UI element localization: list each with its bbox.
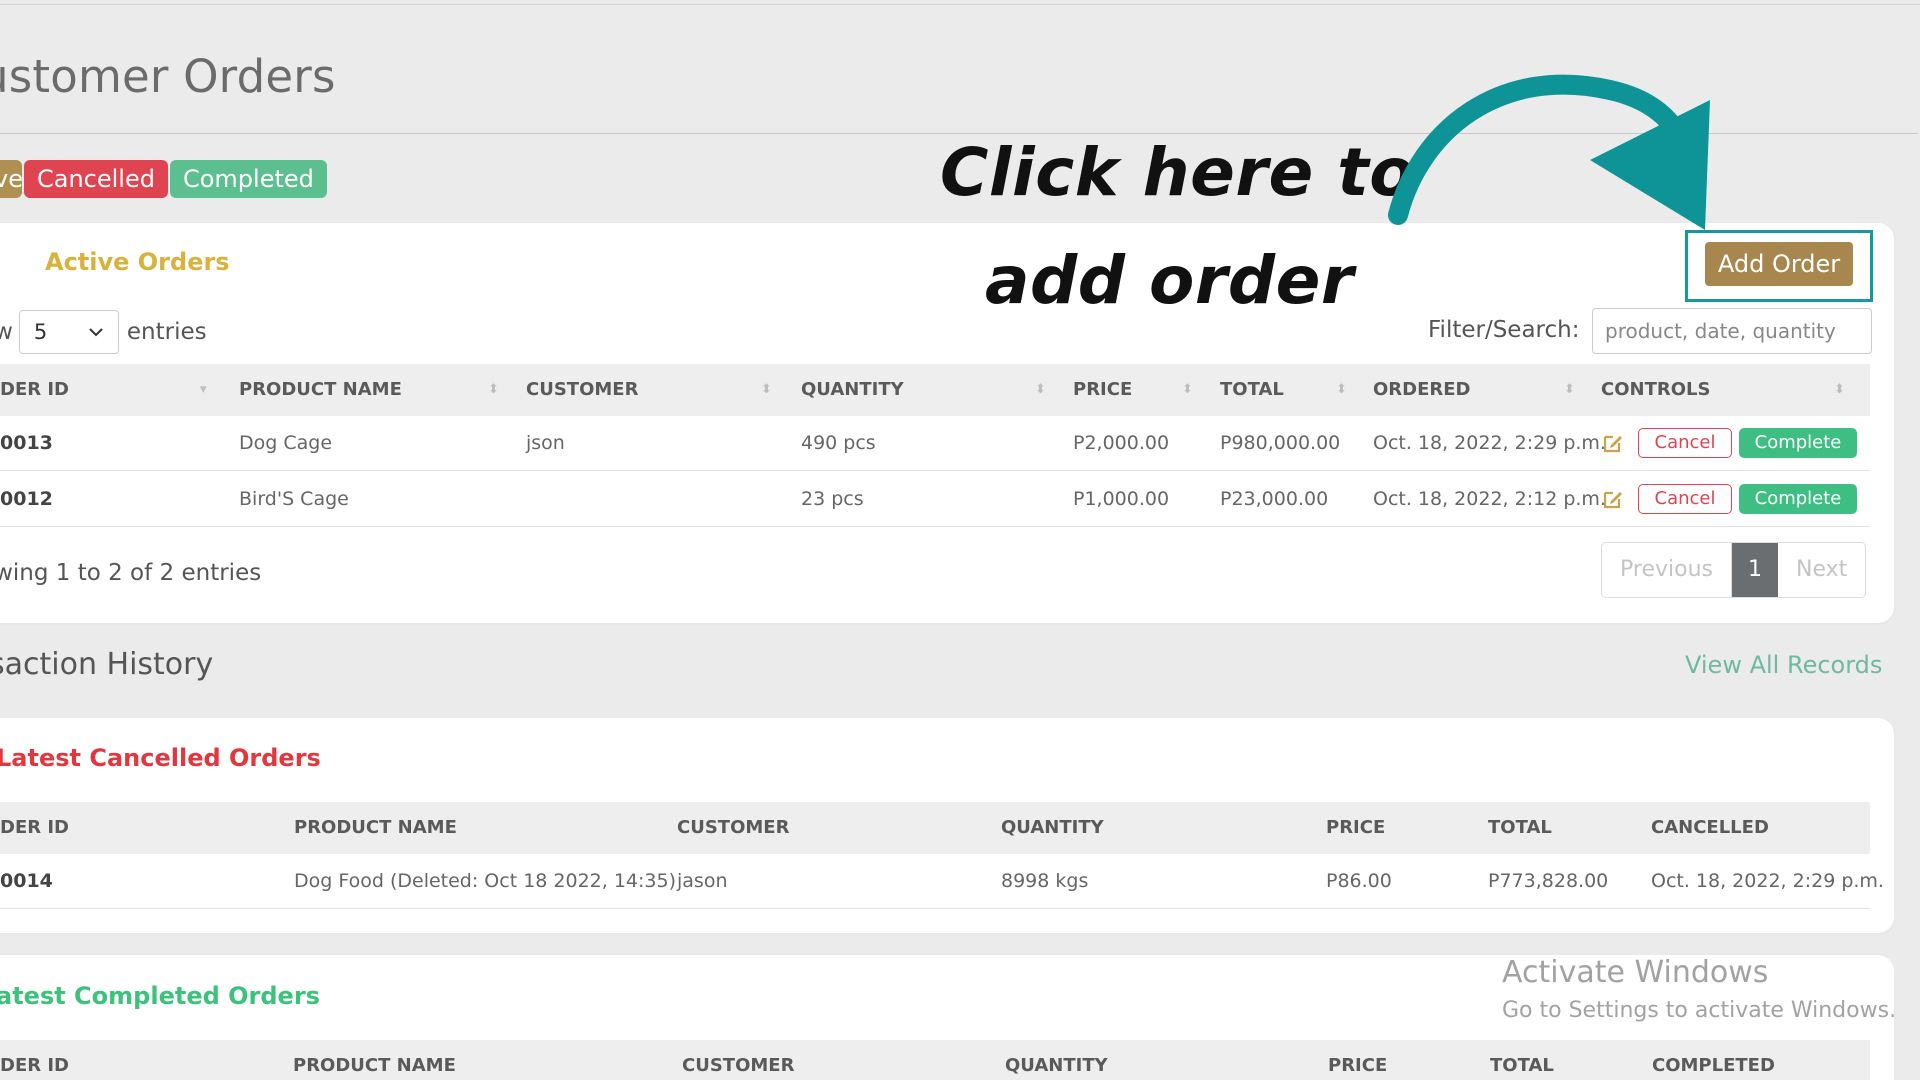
col-product-name: PRODUCT NAME	[294, 817, 457, 838]
product-name: Dog Food (Deleted: Oct 18 2022, 14:35)	[294, 870, 677, 892]
sort-icon[interactable]: ⬍	[761, 364, 772, 416]
page-title: ustomer Orders	[0, 50, 336, 103]
callout-line-1: Click here to	[940, 134, 1416, 211]
watermark-subtitle: Go to Settings to activate Windows.	[1502, 998, 1897, 1023]
total: P773,828.00	[1488, 870, 1609, 892]
col-customer: CUSTOMER	[682, 1055, 795, 1076]
col-total: TOTAL	[1488, 817, 1552, 838]
entries-select[interactable]: 5	[18, 310, 119, 354]
ordered-date: Oct. 18, 2022, 2:12 p.m.	[1373, 488, 1606, 510]
customer: jason	[677, 870, 728, 892]
col-quantity: QUANTITY	[1005, 1055, 1108, 1076]
tab-cancelled[interactable]: Cancelled	[24, 160, 168, 198]
table-row: 0014 Dog Food (Deleted: Oct 18 2022, 14:…	[0, 854, 1884, 909]
table-row: 0012 Bird'S Cage 23 pcs P1,000.00 P23,00…	[0, 472, 1870, 527]
entries-length-control: ow 5 entries	[0, 310, 207, 354]
col-price[interactable]: PRICE	[1073, 364, 1132, 416]
col-controls: CONTROLS	[1601, 379, 1711, 400]
filter-label: Filter/Search:	[1428, 317, 1580, 343]
completed-table-header: DER ID PRODUCT NAME CUSTOMER QUANTITY PR…	[0, 1040, 1870, 1080]
sort-icon[interactable]: ⬍	[1035, 364, 1046, 416]
sort-desc-icon[interactable]: ▾	[200, 364, 207, 416]
price: P2,000.00	[1073, 432, 1170, 454]
order-id: 0013	[0, 432, 53, 454]
ordered-date: Oct. 18, 2022, 2:29 p.m.	[1373, 432, 1606, 454]
price: P1,000.00	[1073, 488, 1170, 510]
entries-label: entries	[126, 319, 207, 345]
total: P980,000.00	[1220, 432, 1341, 454]
price: P86.00	[1326, 870, 1392, 892]
sort-icon[interactable]: ⬍	[1834, 364, 1845, 416]
sort-icon[interactable]: ⬍	[1182, 364, 1193, 416]
completed-orders-title: atest Completed Orders	[0, 982, 320, 1010]
col-customer[interactable]: CUSTOMER	[526, 364, 638, 416]
view-all-records-link[interactable]: View All Records	[1685, 651, 1882, 679]
pagination: Previous 1 Next	[1601, 542, 1867, 598]
col-price: PRICE	[1326, 817, 1386, 838]
callout-line-2: add order	[985, 242, 1354, 319]
transaction-history-title: nsaction History	[0, 647, 214, 682]
product-name: Bird'S Cage	[239, 488, 349, 510]
total: P23,000.00	[1220, 488, 1329, 510]
quantity: 8998 kgs	[1001, 870, 1089, 892]
col-product-name[interactable]: PRODUCT NAME	[239, 364, 402, 416]
entries-select-value: 5	[33, 320, 48, 344]
cancelled-date: Oct. 18, 2022, 2:29 p.m.	[1651, 870, 1884, 892]
watermark-title: Activate Windows	[1502, 955, 1769, 990]
filter-search-input[interactable]: product, date, quantity	[1592, 308, 1872, 354]
cancel-order-button[interactable]: Cancel	[1638, 484, 1732, 514]
quantity: 23 pcs	[801, 488, 864, 510]
status-tabs: ve Cancelled Completed	[0, 160, 327, 198]
col-order-id: DER ID	[0, 817, 70, 838]
next-page-button[interactable]: Next	[1777, 543, 1866, 597]
curved-arrow-icon	[1388, 74, 1710, 230]
col-order-id[interactable]: DER ID	[0, 364, 69, 416]
complete-order-button[interactable]: Complete	[1739, 484, 1857, 514]
col-total[interactable]: TOTAL	[1220, 364, 1284, 416]
col-ordered[interactable]: ORDERED	[1373, 364, 1471, 416]
top-border	[0, 4, 1920, 5]
col-customer: CUSTOMER	[677, 817, 790, 838]
product-name: Dog Cage	[239, 432, 333, 454]
cancelled-table-header: DER ID PRODUCT NAME CUSTOMER QUANTITY PR…	[0, 802, 1870, 854]
edit-icon[interactable]	[1601, 431, 1625, 455]
previous-page-button[interactable]: Previous	[1602, 543, 1732, 597]
order-id: 0014	[0, 870, 53, 892]
sort-icon[interactable]: ⬍	[488, 364, 499, 416]
col-total: TOTAL	[1490, 1055, 1554, 1076]
tab-completed[interactable]: Completed	[169, 160, 327, 198]
customer: json	[526, 432, 565, 454]
table-info: owing 1 to 2 of 2 entries	[0, 560, 262, 586]
sort-icon[interactable]: ⬍	[1564, 364, 1575, 416]
sort-icon[interactable]: ⬍	[1336, 364, 1347, 416]
col-cancelled: CANCELLED	[1651, 817, 1769, 838]
active-orders-title: Active Orders	[45, 248, 230, 276]
cancel-order-button[interactable]: Cancel	[1638, 428, 1732, 458]
table-row: 0013 Dog Cage json 490 pcs P2,000.00 P98…	[0, 416, 1870, 471]
col-price: PRICE	[1328, 1055, 1388, 1076]
edit-icon[interactable]	[1601, 487, 1625, 511]
chevron-down-icon	[89, 328, 103, 337]
show-label: ow	[0, 319, 13, 345]
tab-active[interactable]: ve	[0, 160, 22, 198]
add-order-button[interactable]: Add Order	[1705, 242, 1853, 286]
col-completed: COMPLETED	[1652, 1055, 1775, 1076]
cancelled-orders-title: Latest Cancelled Orders	[0, 744, 321, 772]
activate-windows-watermark: Activate Windows Go to Settings to activ…	[1502, 955, 1896, 1023]
active-orders-table-header: DER ID ▾ PRODUCT NAME ⬍ CUSTOMER ⬍ QUANT…	[0, 364, 1870, 416]
complete-order-button[interactable]: Complete	[1739, 428, 1857, 458]
col-quantity[interactable]: QUANTITY	[801, 364, 904, 416]
quantity: 490 pcs	[801, 432, 876, 454]
page-1-button[interactable]: 1	[1731, 543, 1778, 597]
order-id: 0012	[0, 488, 53, 510]
col-quantity: QUANTITY	[1001, 817, 1104, 838]
col-order-id: DER ID	[0, 1055, 70, 1076]
col-product-name: PRODUCT NAME	[293, 1055, 456, 1076]
